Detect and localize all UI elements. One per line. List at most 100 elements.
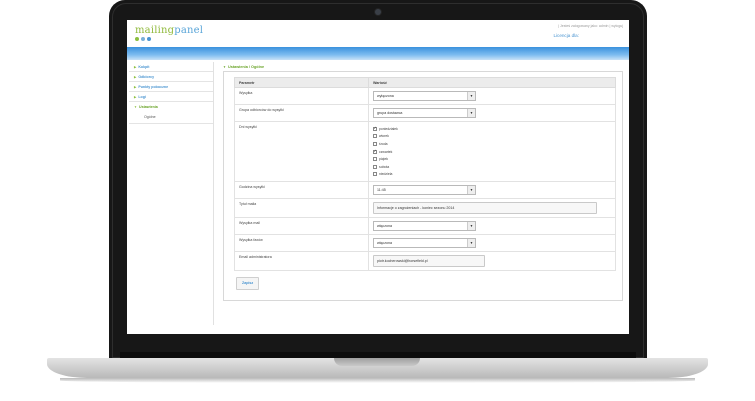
laptop-shadow [60, 378, 695, 383]
day-label: sobota [379, 164, 390, 169]
chevron-right-icon: ▶ [134, 84, 137, 89]
chevron-right-icon: ▶ [134, 74, 137, 79]
camera-icon [375, 9, 381, 15]
breadcrumb-text: Ustawienia / Ogólne [227, 64, 265, 69]
day-option[interactable]: niedziela [373, 171, 611, 179]
chevron-down-icon: ▼ [134, 104, 137, 109]
chevron-down-icon: ▼ [467, 109, 475, 117]
mail-select[interactable]: włączona ▼ [373, 221, 476, 232]
email-input[interactable]: piotr.kocherowski@horsefield.pl [373, 255, 485, 268]
row-label: Wysyłka mail [234, 217, 369, 236]
day-checkbox[interactable] [373, 172, 377, 177]
day-checkbox[interactable] [373, 134, 377, 139]
sidebar-item-label: Odbiorcy [138, 74, 155, 79]
row-label: Tytuł maila [234, 198, 369, 219]
table-row: Dni wysyłki ✓ poniedziałek wtorek środa ✓ czw… [234, 120, 616, 183]
logo-dot [141, 37, 145, 41]
day-checkbox[interactable]: ✓ [373, 126, 377, 131]
row-value: Informacje o zagrożeniach - koniec sezon… [368, 198, 616, 219]
table-row: Wysyłka faxów włączona ▼ [234, 234, 616, 253]
sidebar-item-label: Kokpit [138, 64, 150, 69]
row-value: grupa dostawca ▼ [368, 104, 616, 122]
row-label: Dni wysyłki [234, 120, 369, 183]
day-option[interactable]: wtorek [373, 133, 611, 141]
row-label: Grupa odbiorców do wysyłki [234, 104, 369, 122]
chevron-down-icon: ▼ [467, 222, 475, 231]
wysylka-select[interactable]: wyłączona ▼ [373, 91, 476, 101]
table-row: Wysyłka mail włączona ▼ [234, 217, 616, 236]
table-row: Tytuł maila Informacje o zagrożeniach - … [234, 198, 616, 219]
table-row: Email administratora piotr.kocherowski@h… [234, 251, 616, 272]
settings-table: Parametr Wartość Wysyłka wyłączona ▼ Grup… [234, 77, 616, 272]
tytul-input[interactable]: Informacje o zagrożeniach - koniec sezon… [373, 202, 597, 215]
day-label: środa [379, 141, 388, 146]
header-band [127, 47, 629, 60]
breadcrumb: ▼ Ustawienia / Ogólne [219, 62, 625, 71]
chevron-down-icon: ▼ [223, 64, 226, 69]
chevron-down-icon: ▼ [467, 239, 475, 248]
logo-dots [135, 37, 151, 41]
license-label: Licencja dla: [553, 33, 579, 38]
day-checkbox[interactable]: ✓ [373, 149, 377, 154]
logo-dot [147, 37, 151, 41]
row-value: włączona ▼ [368, 234, 616, 253]
day-checkbox[interactable] [373, 157, 377, 162]
row-value: wyłączona ▼ [368, 87, 616, 105]
select-value: wyłączona [377, 94, 394, 98]
select-value: włączona [377, 241, 392, 246]
sidebar-item-label: Logi [138, 94, 146, 99]
sidebar: ▶ Kokpit ▶ Odbiorcy ▶ Punkty poboczne ▶ Logi… [129, 62, 214, 325]
table-header-row: Parametr Wartość [234, 77, 616, 88]
sidebar-item-label: Punkty poboczne [138, 84, 169, 89]
table-row: Wysyłka wyłączona ▼ [234, 87, 616, 105]
day-label: poniedziałek [379, 126, 398, 131]
day-label: czwartek [379, 149, 393, 154]
screen: mailingpanel | Jesteś zalogowany jako: a… [127, 20, 629, 334]
logo-text-panel: panel [174, 25, 204, 36]
row-label: Wysyłka faxów [234, 234, 369, 253]
sidebar-item-kokpit[interactable]: ▶ Kokpit [129, 62, 213, 72]
top-links[interactable]: | Jesteś zalogowany jako: admin | wylogu… [558, 24, 623, 28]
day-checkbox[interactable] [373, 141, 377, 146]
day-checkbox[interactable] [373, 164, 377, 169]
save-button[interactable]: Zapisz [236, 277, 260, 291]
faks-select[interactable]: włączona ▼ [373, 238, 476, 249]
chevron-right-icon: ▶ [134, 64, 137, 69]
logo-dot [135, 37, 139, 41]
row-label: Wysyłka [234, 87, 369, 105]
settings-panel: Parametr Wartość Wysyłka wyłączona ▼ Grup… [223, 71, 623, 301]
sidebar-item-punkty[interactable]: ▶ Punkty poboczne [129, 82, 213, 92]
sidebar-item-label: Ustawienia [138, 104, 158, 109]
day-option[interactable]: ✓ czwartek [373, 148, 611, 156]
row-label: Godzina wysyłki [234, 181, 369, 200]
godzina-select[interactable]: 11:45 ▼ [373, 185, 476, 196]
select-value: włączona [377, 224, 392, 229]
row-value: piotr.kocherowski@horsefield.pl [368, 251, 616, 272]
select-value: 11:45 [377, 188, 386, 193]
sidebar-subitem-ogolne[interactable]: Ogólne [129, 111, 213, 124]
column-header-param: Parametr [234, 77, 369, 88]
chevron-down-icon: ▼ [467, 186, 475, 195]
day-option[interactable]: środa [373, 140, 611, 148]
day-label: niedziela [379, 172, 393, 177]
sidebar-item-odbiorcy[interactable]: ▶ Odbiorcy [129, 72, 213, 82]
laptop-notch [334, 358, 420, 366]
day-option[interactable]: ✓ poniedziałek [373, 125, 611, 133]
table-row: Grupa odbiorców do wysyłki grupa dostawc… [234, 104, 616, 122]
row-value: 11:45 ▼ [368, 181, 616, 200]
sidebar-item-logi[interactable]: ▶ Logi [129, 92, 213, 102]
logo-text-mailing: mailing [135, 25, 175, 36]
table-row: Godzina wysyłki 11:45 ▼ [234, 181, 616, 200]
sidebar-item-ustawienia[interactable]: ▼ Ustawienia [129, 102, 213, 111]
row-value: włączona ▼ [368, 217, 616, 236]
grupa-select[interactable]: grupa dostawca ▼ [373, 108, 476, 118]
day-label: wtorek [379, 134, 389, 139]
select-value: grupa dostawca [377, 111, 403, 115]
row-value: ✓ poniedziałek wtorek środa ✓ czwartek piątek s… [368, 120, 616, 183]
column-header-value: Wartość [368, 77, 616, 88]
logo[interactable]: mailingpanel [135, 25, 203, 36]
chevron-right-icon: ▶ [134, 94, 137, 99]
day-option[interactable]: piątek [373, 155, 611, 163]
day-option[interactable]: sobota [373, 163, 611, 171]
chevron-down-icon: ▼ [467, 92, 475, 100]
